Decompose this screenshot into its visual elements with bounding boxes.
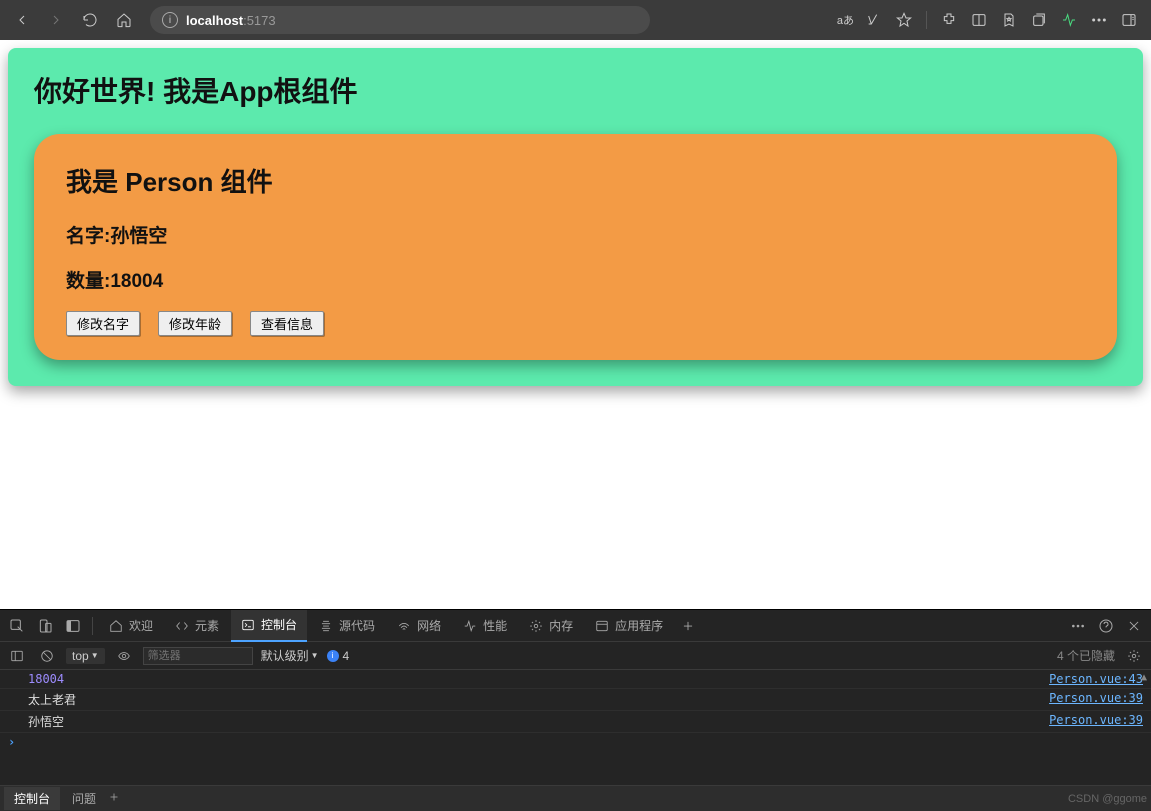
site-info-icon[interactable]: i xyxy=(162,12,178,28)
favorite-button[interactable] xyxy=(890,6,918,34)
view-info-button[interactable]: 查看信息 xyxy=(250,311,324,336)
console-prompt[interactable]: › xyxy=(0,733,1151,751)
add-drawer-tab-icon[interactable] xyxy=(108,791,120,806)
console-output: ▲ 18004Person.vue:43 太上老君Person.vue:39 孙… xyxy=(0,670,1151,785)
tab-application[interactable]: 应用程序 xyxy=(585,610,673,642)
read-aloud-button[interactable] xyxy=(860,6,888,34)
url-port: :5173 xyxy=(243,13,276,28)
edit-name-button[interactable]: 修改名字 xyxy=(66,311,140,336)
console-row: 18004Person.vue:43 xyxy=(0,670,1151,689)
home-button[interactable] xyxy=(110,6,138,34)
badge-dot-icon: i xyxy=(327,650,339,662)
favorites-bar-button[interactable] xyxy=(995,6,1023,34)
more-devtools-icon[interactable] xyxy=(1065,613,1091,639)
tab-elements[interactable]: 元素 xyxy=(165,610,229,642)
address-bar[interactable]: i localhost:5173 xyxy=(150,6,650,34)
drawer-tab-console[interactable]: 控制台 xyxy=(4,787,60,810)
person-name: 名字:孙悟空 xyxy=(66,221,1085,248)
collections-button[interactable] xyxy=(1025,6,1053,34)
clear-console-icon[interactable] xyxy=(36,645,58,667)
split-button[interactable] xyxy=(965,6,993,34)
source-link[interactable]: Person.vue:43 xyxy=(1049,672,1143,686)
inspect-icon[interactable] xyxy=(4,613,30,639)
add-tab-icon[interactable] xyxy=(675,613,701,639)
translate-button[interactable]: aあ xyxy=(833,6,858,34)
context-selector[interactable]: top ▼ xyxy=(66,648,105,664)
hidden-count: 4 个已隐藏 xyxy=(1057,647,1115,664)
dock-icon[interactable] xyxy=(60,613,86,639)
app-root-component: 你好世界! 我是App根组件 我是 Person 组件 名字:孙悟空 数量:18… xyxy=(8,48,1143,386)
console-row: 孙悟空Person.vue:39 xyxy=(0,711,1151,733)
toggle-sidebar-icon[interactable] xyxy=(6,645,28,667)
person-title: 我是 Person 组件 xyxy=(66,162,1085,199)
person-count: 数量:18004 xyxy=(66,266,1085,293)
devtools-tabs: 欢迎 元素 控制台 源代码 网络 性能 内存 应用程序 xyxy=(0,610,1151,642)
log-level-selector[interactable]: 默认级别 ▼ xyxy=(261,647,319,664)
close-devtools-icon[interactable] xyxy=(1121,613,1147,639)
refresh-button[interactable] xyxy=(76,6,104,34)
source-link[interactable]: Person.vue:39 xyxy=(1049,691,1143,708)
tab-sources[interactable]: 源代码 xyxy=(309,610,385,642)
console-row: 太上老君Person.vue:39 xyxy=(0,689,1151,711)
forward-button[interactable] xyxy=(42,6,70,34)
tab-network[interactable]: 网络 xyxy=(387,610,451,642)
tab-console[interactable]: 控制台 xyxy=(231,610,307,642)
help-icon[interactable] xyxy=(1093,613,1119,639)
extensions-button[interactable] xyxy=(935,6,963,34)
browser-toolbar: i localhost:5173 aあ xyxy=(0,0,1151,40)
performance-button[interactable] xyxy=(1055,6,1083,34)
tab-memory[interactable]: 内存 xyxy=(519,610,583,642)
app-title: 你好世界! 我是App根组件 xyxy=(34,70,1117,110)
url-host: localhost xyxy=(186,13,243,28)
person-component: 我是 Person 组件 名字:孙悟空 数量:18004 修改名字 修改年龄 查… xyxy=(34,134,1117,360)
live-expression-icon[interactable] xyxy=(113,645,135,667)
page-viewport: 你好世界! 我是App根组件 我是 Person 组件 名字:孙悟空 数量:18… xyxy=(0,40,1151,609)
filter-input[interactable] xyxy=(143,647,253,665)
sidebar-button[interactable] xyxy=(1115,6,1143,34)
devtools-panel: 欢迎 元素 控制台 源代码 网络 性能 内存 应用程序 top ▼ 默认级别 ▼… xyxy=(0,609,1151,811)
back-button[interactable] xyxy=(8,6,36,34)
tab-welcome[interactable]: 欢迎 xyxy=(99,610,163,642)
watermark: CSDN @ggome xyxy=(1068,793,1147,805)
scroll-indicator-icon: ▲ xyxy=(1141,672,1147,683)
edit-age-button[interactable]: 修改年龄 xyxy=(158,311,232,336)
more-button[interactable] xyxy=(1085,6,1113,34)
console-toolbar: top ▼ 默认级别 ▼ i4 4 个已隐藏 xyxy=(0,642,1151,670)
drawer-tab-issues[interactable]: 问题 xyxy=(62,787,106,810)
devtools-drawer-tabs: 控制台 问题 CSDN @ggome xyxy=(0,785,1151,811)
source-link[interactable]: Person.vue:39 xyxy=(1049,713,1143,730)
settings-icon[interactable] xyxy=(1123,645,1145,667)
tab-performance[interactable]: 性能 xyxy=(453,610,517,642)
device-icon[interactable] xyxy=(32,613,58,639)
issue-badge[interactable]: i4 xyxy=(327,649,350,663)
